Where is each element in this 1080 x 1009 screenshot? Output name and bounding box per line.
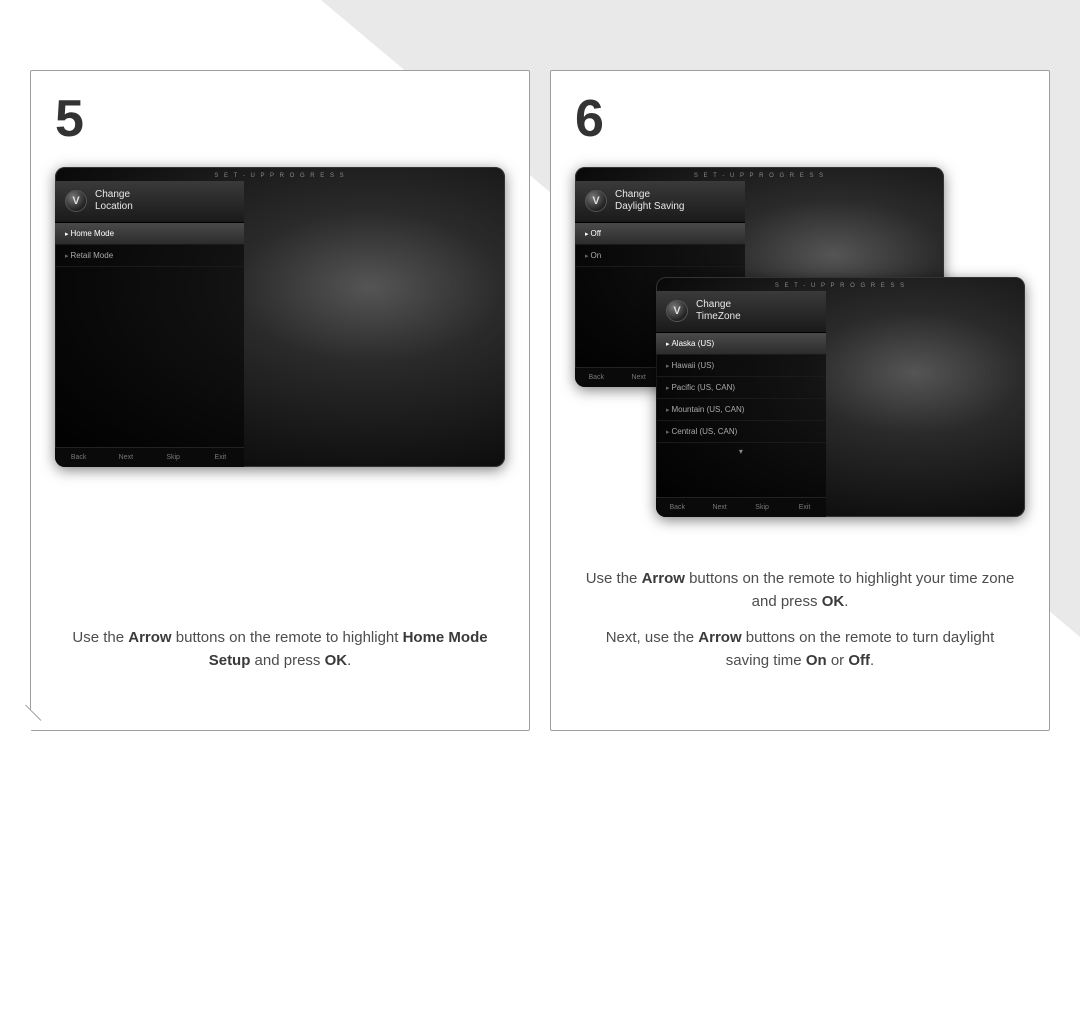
footer-skip[interactable]: Skip [150, 454, 197, 461]
brand-logo-icon: V [65, 190, 87, 212]
step-number: 6 [575, 89, 1025, 149]
footer-back[interactable]: Back [656, 504, 698, 511]
instruction-text-6: Use the Arrow buttons on the remote to h… [575, 568, 1025, 706]
page: 5 S E T - U P P R O G R E S S V Change L… [0, 0, 1080, 761]
menu-item-tz-central[interactable]: Central (US, CAN) [656, 421, 826, 443]
title-line1: Change [615, 189, 650, 200]
footer-back[interactable]: Back [575, 374, 617, 381]
tv-screen-location: S E T - U P P R O G R E S S V Change Loc… [55, 167, 505, 467]
tv-footer: Back Next Skip Exit [55, 447, 244, 467]
screenshot-area-6: S E T - U P P R O G R E S S V Change Day… [575, 167, 1025, 527]
footer-back[interactable]: Back [55, 454, 102, 461]
brand-logo-icon: V [666, 300, 688, 322]
menu-header: V Change Daylight Saving [575, 181, 745, 223]
title-line1: Change [696, 299, 731, 310]
screenshot-area-5: S E T - U P P R O G R E S S V Change Loc… [55, 167, 505, 487]
menu-item-dst-off[interactable]: Off [575, 223, 745, 245]
tv-footer: Back Next Skip Exit [656, 497, 826, 517]
menu-header: V Change Location [55, 181, 244, 223]
menu-item-home-mode[interactable]: Home Mode [55, 223, 244, 245]
footer-exit[interactable]: Exit [783, 504, 825, 511]
instruction-text-5: Use the Arrow buttons on the remote to h… [55, 627, 505, 706]
menu-title: Change Location [95, 189, 133, 212]
instruction-line: Use the Arrow buttons on the remote to h… [585, 568, 1015, 613]
footer-exit[interactable]: Exit [197, 454, 244, 461]
title-line1: Change [95, 189, 130, 200]
title-line2: Location [95, 201, 133, 212]
setup-progress-label: S E T - U P P R O G R E S S [656, 277, 1025, 291]
menu-item-tz-pacific[interactable]: Pacific (US, CAN) [656, 377, 826, 399]
menu-title: Change TimeZone [696, 299, 741, 322]
footer-next[interactable]: Next [102, 454, 149, 461]
menu-title: Change Daylight Saving [615, 189, 684, 212]
menu-item-tz-hawaii[interactable]: Hawaii (US) [656, 355, 826, 377]
instruction-line: Use the Arrow buttons on the remote to h… [65, 627, 495, 672]
menu-item-dst-on[interactable]: On [575, 245, 745, 267]
brand-logo-icon: V [585, 190, 607, 212]
step-number: 5 [55, 89, 505, 149]
setup-progress-label: S E T - U P P R O G R E S S [575, 167, 944, 181]
side-menu-location: V Change Location Home Mode Retail Mode [55, 181, 244, 457]
chevron-down-icon: ▾ [656, 443, 826, 460]
title-line2: Daylight Saving [615, 201, 684, 212]
setup-progress-label: S E T - U P P R O G R E S S [55, 167, 505, 181]
side-menu-timezone: V Change TimeZone Alaska (US) Hawaii (US… [656, 291, 826, 507]
footer-next[interactable]: Next [617, 374, 659, 381]
step-panel-6: 6 S E T - U P P R O G R E S S V Change D… [550, 70, 1050, 731]
menu-header: V Change TimeZone [656, 291, 826, 333]
footer-skip[interactable]: Skip [741, 504, 783, 511]
instruction-line: Next, use the Arrow buttons on the remot… [585, 627, 1015, 672]
menu-item-tz-mountain[interactable]: Mountain (US, CAN) [656, 399, 826, 421]
title-line2: TimeZone [696, 311, 741, 322]
footer-next[interactable]: Next [698, 504, 740, 511]
tv-screen-timezone: S E T - U P P R O G R E S S V Change Tim… [656, 277, 1025, 517]
menu-item-tz-alaska[interactable]: Alaska (US) [656, 333, 826, 355]
step-panel-5: 5 S E T - U P P R O G R E S S V Change L… [30, 70, 530, 731]
menu-item-retail-mode[interactable]: Retail Mode [55, 245, 244, 267]
